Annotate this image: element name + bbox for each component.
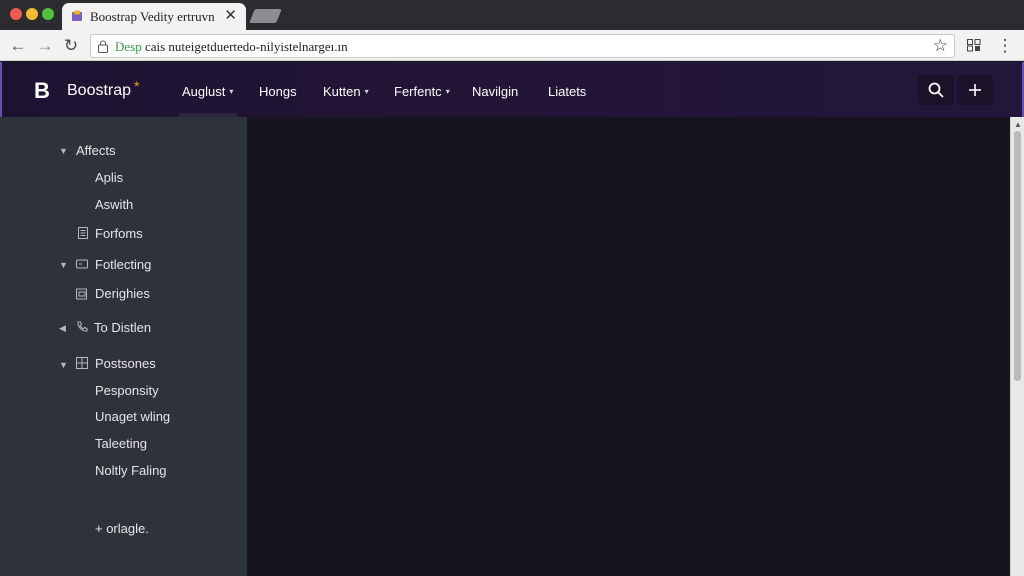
tab-title: Boostrap Vedity ertruvn <box>90 9 215 24</box>
nav-item-kutten[interactable]: Kutten ▾ <box>323 84 369 99</box>
expand-arrow-icon[interactable]: ▼ <box>59 146 68 156</box>
sidebar-item-noltly-faling[interactable]: Noltly Faling <box>95 463 167 478</box>
nav-item-label: Hongs <box>259 84 297 99</box>
sidebar-item-aplis[interactable]: Aplis <box>95 170 123 185</box>
sidebar-item-taleeting[interactable]: Taleeting <box>95 436 147 451</box>
minimize-window-button[interactable] <box>26 8 38 20</box>
nav-item-label: Navilgin <box>472 84 519 99</box>
sidebar-item-postsones[interactable]: Postsones <box>95 356 156 371</box>
sidebar: ▼ Affects Aplis Aswith Forfoms ▼ Fotlect… <box>0 117 247 576</box>
tab-close-icon[interactable]: ✕ <box>224 7 237 25</box>
image-icon <box>76 288 87 300</box>
bookmark-star-icon[interactable]: ☆ <box>933 36 948 56</box>
sidebar-item-pesponsity[interactable]: Pesponsity <box>95 383 159 398</box>
browser-tab-strip: Boostrap Vedity ertruvn ✕ <box>0 0 1024 30</box>
brand-star-icon: * <box>134 78 140 94</box>
plus-icon <box>969 84 981 96</box>
nav-item-liatets[interactable]: Liatets <box>548 84 586 99</box>
back-icon[interactable]: ← <box>8 36 28 56</box>
sidebar-add-button[interactable]: + orlagle. <box>95 521 149 536</box>
nav-item-label: Liatets <box>548 84 587 99</box>
close-window-button[interactable] <box>10 8 22 20</box>
sidebar-item-forfoms[interactable]: Forfoms <box>95 226 143 241</box>
box-icon <box>76 259 88 269</box>
scroll-up-icon[interactable]: ▲ <box>1014 120 1022 129</box>
url-path-text: cais nuteigetduertedo-nilyistelnargeı.ın <box>144 39 348 54</box>
url-text: Desp cais nuteigetduertedo-nilyistelnarg… <box>115 39 348 55</box>
collapsed-arrow-icon[interactable]: ◀ <box>59 323 66 334</box>
main-content <box>247 117 1010 576</box>
nav-item-label: Kutten <box>323 84 361 99</box>
brand-logo[interactable]: B <box>34 78 50 104</box>
nav-item-auglust[interactable]: Auglust ▾ <box>182 84 233 99</box>
sidebar-item-affects[interactable]: Affects <box>76 143 116 158</box>
app-navbar: B Boostrap * Auglust ▾ Hongs Kutten ▾ Ferf… <box>0 62 1024 117</box>
sidebar-item-aswith[interactable]: Aswith <box>95 197 133 212</box>
new-tab-button[interactable] <box>249 9 282 23</box>
document-icon <box>78 227 88 239</box>
browser-toolbar: ← → ↻ Desp cais nuteigetduertedo-nilyist… <box>0 30 1024 61</box>
sidebar-item-fotlecting[interactable]: Fotlecting <box>95 257 151 272</box>
sidebar-item-unaget-wling[interactable]: Unaget wling <box>95 409 170 424</box>
expand-arrow-icon[interactable]: ▼ <box>59 360 68 370</box>
page-scrollbar[interactable]: ▲ <box>1010 117 1024 576</box>
browser-menu-icon[interactable]: ⋮ <box>995 36 1015 56</box>
chevron-down-icon: ▾ <box>229 87 234 96</box>
sidebar-item-derighies[interactable]: Derighies <box>95 286 150 301</box>
chevron-down-icon: ▾ <box>364 87 369 96</box>
nav-item-hongs[interactable]: Hongs <box>259 84 297 99</box>
nav-item-label: Ferfentc <box>394 84 442 99</box>
address-bar[interactable]: Desp cais nuteigetduertedo-nilyistelnarg… <box>90 34 955 58</box>
search-button[interactable] <box>918 75 954 105</box>
phone-icon <box>77 321 88 332</box>
scrollbar-thumb[interactable] <box>1014 131 1021 381</box>
lock-icon <box>98 40 108 53</box>
chevron-down-icon: ▾ <box>445 87 450 96</box>
favicon-icon <box>72 10 82 21</box>
extensions-icon[interactable] <box>967 39 981 52</box>
reload-icon[interactable]: ↻ <box>61 36 81 56</box>
nav-item-navilgin[interactable]: Navilgin <box>472 84 518 99</box>
browser-tab[interactable]: Boostrap Vedity ertruvn ✕ <box>62 3 246 30</box>
expand-arrow-icon[interactable]: ▼ <box>59 260 68 270</box>
brand-name[interactable]: Boostrap <box>67 82 131 100</box>
nav-item-ferfentc[interactable]: Ferfentc ▾ <box>394 84 450 99</box>
sidebar-item-to-distlen[interactable]: To Distlen <box>94 320 151 335</box>
nav-item-label: Auglust <box>182 84 226 99</box>
search-icon <box>928 82 944 98</box>
grid-icon <box>76 357 88 369</box>
add-button[interactable] <box>957 75 993 105</box>
url-secure-text: Desp <box>115 39 142 54</box>
forward-icon[interactable]: → <box>35 36 55 56</box>
maximize-window-button[interactable] <box>42 8 54 20</box>
